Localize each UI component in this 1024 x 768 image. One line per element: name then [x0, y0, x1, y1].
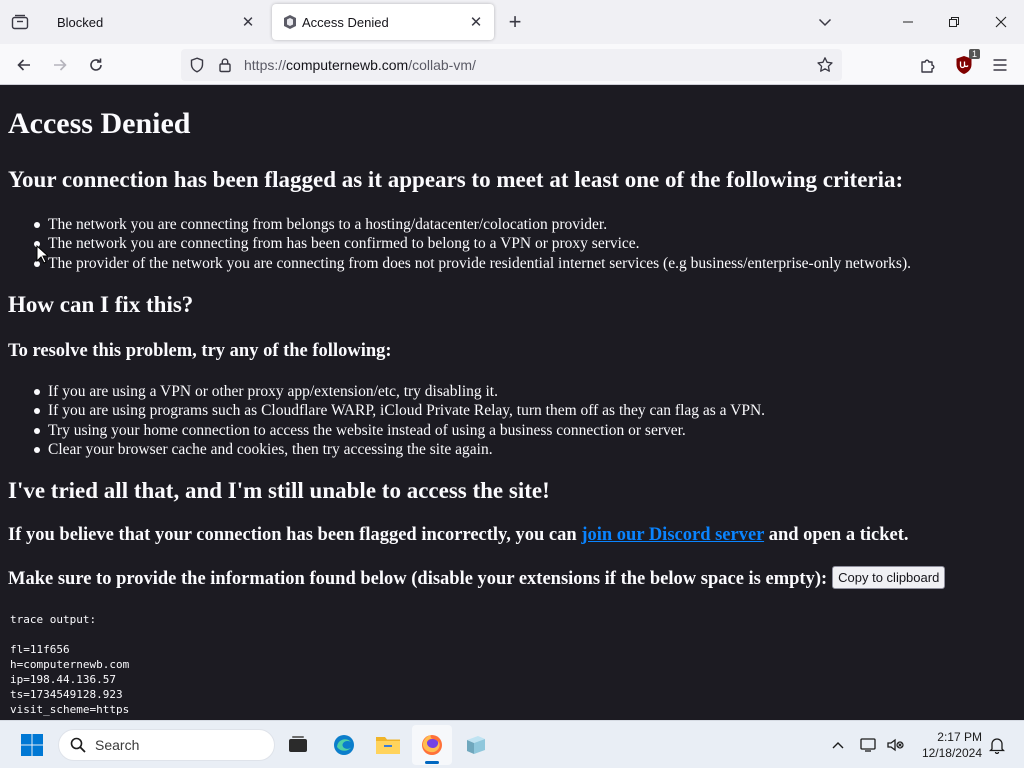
trace-output: trace output: fl=11f656 h=computernewb.c…: [10, 613, 130, 716]
close-icon: [995, 16, 1007, 28]
site-favicon-icon: [282, 14, 298, 30]
window-close-button[interactable]: [978, 0, 1024, 44]
search-icon: [69, 736, 87, 754]
volume-button[interactable]: [884, 733, 906, 757]
page-title: Access Denied: [8, 107, 191, 140]
taskbar-search-box[interactable]: Search: [58, 729, 275, 761]
copy-to-clipboard-button[interactable]: Copy to clipboard: [832, 566, 946, 589]
list-item: The network you are connecting from belo…: [34, 215, 911, 234]
app-taskbar-button[interactable]: [456, 725, 496, 765]
system-clock[interactable]: 2:17 PM 12/18/2024: [912, 729, 982, 761]
puzzle-icon: [921, 59, 935, 73]
fix-heading: How can I fix this?: [8, 292, 194, 317]
app-icon: [467, 736, 485, 754]
tab-list-icon: [11, 14, 29, 30]
show-hidden-icons-button[interactable]: [828, 733, 848, 757]
tab-close-button[interactable]: ✕: [236, 10, 260, 34]
chevron-up-icon: [832, 742, 844, 749]
fix-list: If you are using a VPN or other proxy ap…: [33, 382, 766, 459]
tab-title: Access Denied: [302, 14, 389, 30]
list-item: If you are using programs such as Cloudf…: [33, 402, 766, 420]
clock-time: 2:17 PM: [937, 730, 982, 744]
arrow-left-icon: [17, 59, 30, 71]
address-bar[interactable]: https://computernewb.com/collab-vm/: [181, 49, 842, 81]
tracking-protection-shield-icon[interactable]: [187, 55, 207, 75]
url-text[interactable]: https://computernewb.com/collab-vm/: [244, 57, 476, 73]
criteria-list: The network you are connecting from belo…: [34, 215, 911, 273]
folder-icon: [376, 737, 400, 754]
windows-logo-icon: [21, 734, 43, 756]
new-tab-button[interactable]: +: [502, 8, 528, 36]
url-host: computernewb.com: [286, 57, 409, 73]
extensions-button[interactable]: [913, 50, 943, 80]
notifications-button[interactable]: [986, 733, 1008, 757]
restore-icon: [949, 17, 959, 27]
discord-prefix: If you believe that your connection has …: [8, 525, 577, 545]
url-path: /collab-vm/: [408, 57, 476, 73]
arrow-right-icon: [54, 59, 67, 71]
info-paragraph: Make sure to provide the information fou…: [8, 566, 946, 590]
network-icon: [860, 738, 876, 752]
tab-strip: Blocked ✕ Access Denied ✕ +: [0, 0, 1024, 44]
back-button[interactable]: [9, 50, 39, 80]
reload-icon: [90, 58, 102, 71]
list-all-tabs-button[interactable]: [810, 0, 840, 44]
search-placeholder: Search: [95, 737, 140, 753]
edge-taskbar-button[interactable]: [324, 725, 364, 765]
network-status-button[interactable]: [858, 733, 880, 757]
discord-suffix: and open a ticket.: [768, 525, 909, 545]
taskbar: Search 2:17 PM 12/18/2024: [0, 720, 1024, 768]
discord-link[interactable]: join our Discord server: [581, 525, 764, 545]
ublock-origin-button[interactable]: 1: [949, 49, 980, 80]
bookmark-star-icon[interactable]: [814, 54, 836, 76]
firefox-taskbar-button[interactable]: [412, 725, 452, 765]
tried-heading: I've tried all that, and I'm still unabl…: [8, 478, 550, 503]
edge-icon: [334, 735, 354, 755]
tab-list-button[interactable]: [0, 0, 40, 44]
task-view-button[interactable]: [278, 725, 318, 765]
firefox-icon: [422, 735, 442, 755]
navigation-toolbar: https://computernewb.com/collab-vm/ 1: [0, 44, 1024, 85]
clock-date: 12/18/2024: [921, 746, 982, 760]
tab-access-denied[interactable]: Access Denied ✕: [272, 4, 494, 40]
resolve-heading: To resolve this problem, try any of the …: [8, 341, 392, 361]
lock-icon[interactable]: [215, 55, 235, 75]
tab-close-button[interactable]: ✕: [464, 10, 488, 34]
tab-blocked[interactable]: Blocked ✕: [44, 4, 266, 40]
volume-muted-icon: [887, 738, 904, 752]
mouse-cursor-icon: [36, 245, 48, 264]
reload-button[interactable]: [81, 50, 111, 80]
file-explorer-taskbar-button[interactable]: [368, 725, 408, 765]
page-content: Access Denied Your connection has been f…: [0, 85, 1024, 720]
discord-paragraph: If you believe that your connection has …: [8, 525, 909, 546]
tab-title: Blocked: [57, 14, 104, 30]
window-minimize-button[interactable]: [885, 0, 931, 44]
start-button[interactable]: [12, 725, 52, 765]
hamburger-menu-icon: [993, 59, 1007, 71]
list-item: The provider of the network you are conn…: [34, 254, 911, 272]
minimize-icon: [903, 21, 913, 23]
list-item: Try using your home connection to access…: [33, 421, 765, 440]
list-item: The network you are connecting from has …: [34, 234, 911, 253]
list-item: If you are using a VPN or other proxy ap…: [33, 382, 765, 401]
info-text: Make sure to provide the information fou…: [8, 569, 828, 589]
bell-icon: [989, 738, 1005, 754]
ublock-badge: 1: [968, 49, 980, 59]
forward-button[interactable]: [45, 50, 75, 80]
chevron-down-icon: [818, 18, 832, 27]
app-menu-button[interactable]: [985, 50, 1015, 80]
list-item: Clear your browser cache and cookies, th…: [33, 440, 765, 459]
window-restore-button[interactable]: [931, 0, 977, 44]
task-view-icon: [289, 736, 307, 752]
criteria-heading: Your connection has been flagged as it a…: [8, 167, 904, 192]
url-scheme: https://: [244, 57, 287, 73]
